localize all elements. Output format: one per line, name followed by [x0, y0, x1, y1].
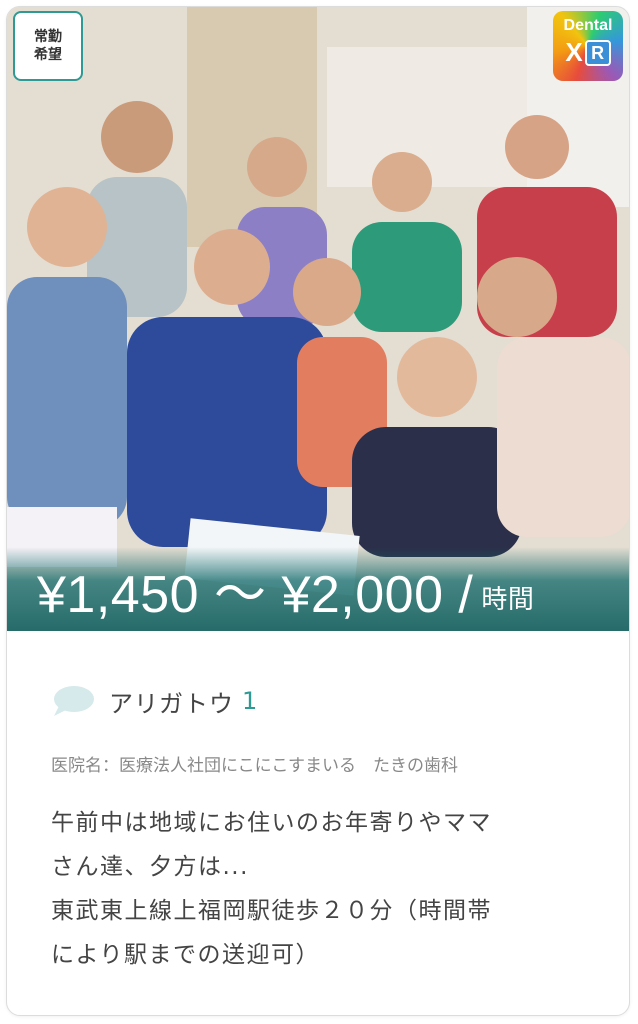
clinic-name: 医院名：医療法人社団にこにこすまいる たきの歯科 — [51, 756, 458, 776]
logo-r: R — [584, 40, 611, 66]
description-line-4: により駅までの送迎可） — [51, 942, 321, 968]
job-listing-card[interactable]: 常勤 希望 Dental XR ¥1,450 ～ ¥2,000 /時間 アリガト… — [6, 6, 630, 1016]
wage-unit: 時間 — [481, 584, 535, 614]
wage-range: ¥1,450 ～ ¥2,000 / — [37, 566, 474, 624]
badge-line-2: 希望 — [34, 47, 62, 63]
fulltime-badge: 常勤 希望 — [13, 11, 83, 81]
badge-line-1: 常勤 — [34, 29, 62, 45]
description-line-3: 東武東上線上福岡駅徒歩２０分（時間帯 — [51, 898, 492, 924]
logo-mark: XR — [553, 37, 623, 68]
thanks-row[interactable]: アリガトウ 1 — [51, 681, 257, 721]
job-description: 午前中は地域にお住いのお年寄りやママ さん達、夕方は... 東武東上線上福岡駅徒… — [51, 801, 591, 977]
description-line-2: さん達、夕方は... — [51, 854, 249, 880]
dental-xr-logo: Dental XR — [553, 11, 623, 81]
logo-x: X — [565, 37, 583, 67]
description-line-1: 午前中は地域にお住いのお年寄りやママ — [51, 810, 492, 836]
logo-text-dental: Dental — [563, 17, 613, 34]
speech-bubble-icon — [54, 686, 94, 716]
thanks-label: アリガトウ — [109, 689, 234, 718]
hourly-wage: ¥1,450 ～ ¥2,000 /時間 — [37, 565, 534, 629]
thanks-count: 1 — [242, 687, 258, 715]
clinic-staff-photo — [7, 7, 629, 631]
photo-illustration — [7, 7, 629, 631]
